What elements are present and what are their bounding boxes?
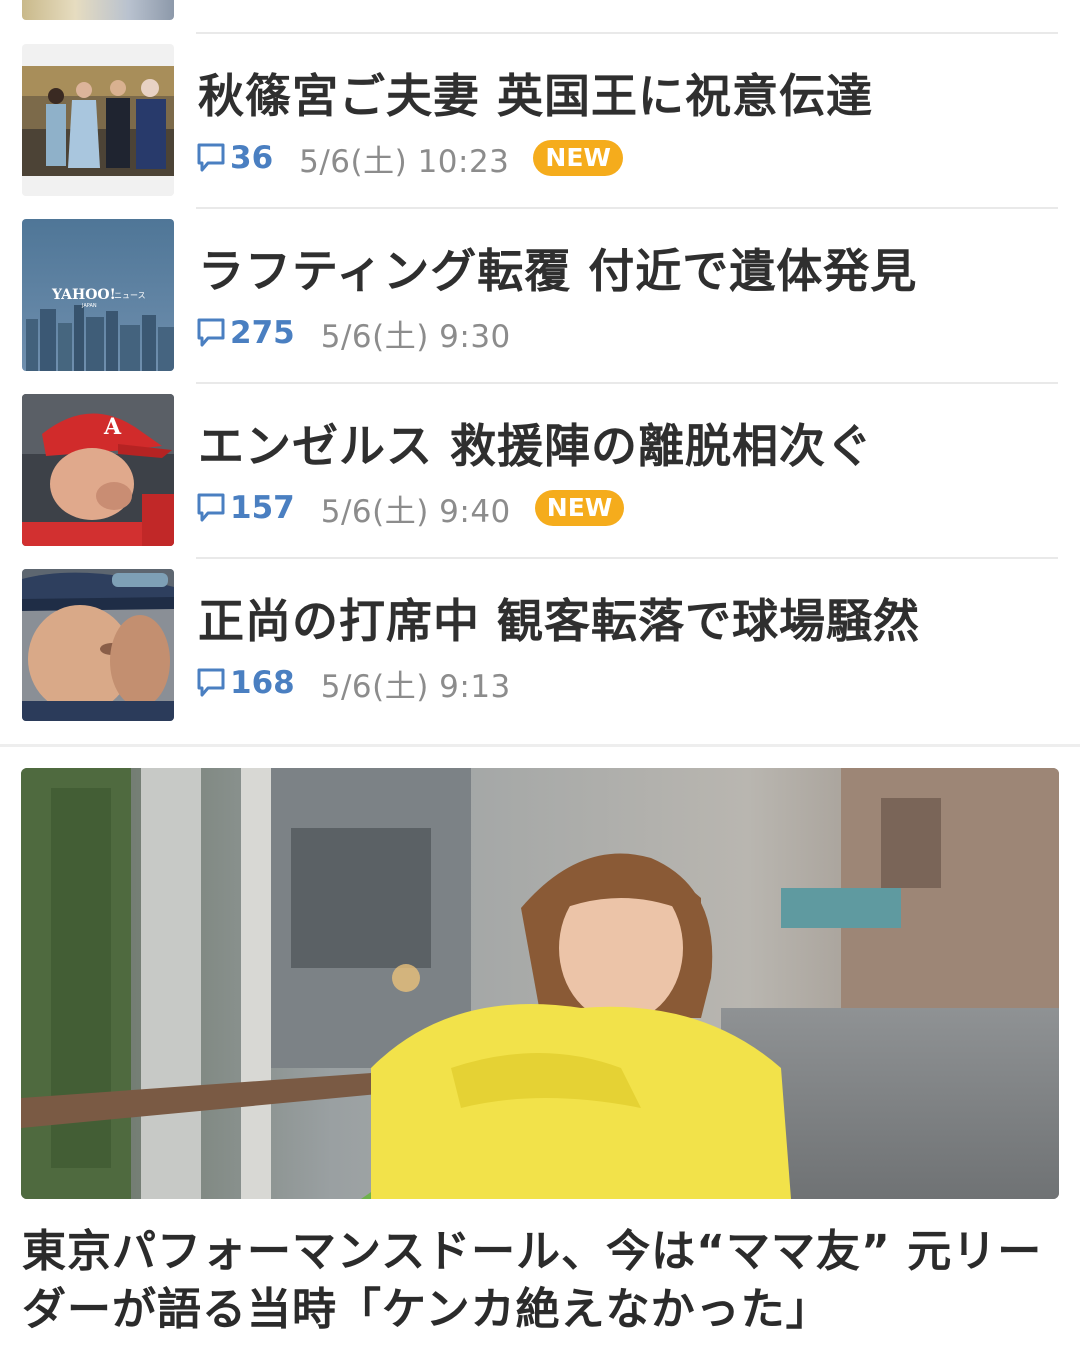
news-title[interactable]: ラフティング転覆 付近で遺体発見 [198, 243, 1060, 299]
comment-count[interactable]: 168 [230, 665, 295, 701]
baseball-player-thumbnail[interactable]: A [22, 394, 174, 546]
news-title[interactable]: 正尚の打席中 観客転落で球場騒然 [198, 593, 1060, 649]
batter-photo-icon [22, 569, 174, 721]
feature-photo[interactable] [21, 768, 1059, 1199]
news-meta: 157 5/6(土) 9:40 NEW [196, 488, 625, 530]
news-item[interactable]: 正尚の打席中 観客転落で球場騒然 168 5/6(土) 9:13 [0, 559, 1080, 734]
news-item[interactable]: 秋篠宮ご夫妻 英国王に祝意伝達 36 5/6(土) 10:23 NEW [0, 34, 1080, 209]
news-meta: 275 5/6(土) 9:30 [196, 313, 511, 355]
feature-article[interactable]: 東京パフォーマンスドール、今は“ママ友” 元リーダーが語る当時「ケンカ絶えなかっ… [0, 747, 1080, 1350]
feature-headline[interactable]: 東京パフォーマンスドール、今は“ママ友” 元リーダーが語る当時「ケンカ絶えなかっ… [22, 1223, 1062, 1339]
comment-icon [196, 491, 226, 525]
news-list: 秋篠宮ご夫妻 英国王に祝意伝達 36 5/6(土) 10:23 NEW YAHO… [0, 34, 1080, 734]
comment-icon [196, 316, 226, 350]
comment-count[interactable]: 275 [230, 315, 295, 351]
yahoo-news-placeholder-icon: YAHOO! ニュース JAPAN [22, 219, 174, 371]
yahoo-news-thumbnail[interactable]: YAHOO! ニュース JAPAN [22, 219, 174, 371]
news-meta: 168 5/6(土) 9:13 [196, 663, 511, 705]
batter-thumbnail[interactable] [22, 569, 174, 721]
news-item[interactable]: A エンゼルス 救援陣の離脱相次ぐ 157 5/6(土) 9:40 NEW [0, 384, 1080, 559]
news-date: 5/6(土) 9:40 [320, 493, 511, 530]
news-date: 5/6(土) 9:13 [320, 668, 511, 705]
comment-count[interactable]: 157 [230, 490, 295, 526]
yahoo-logo-sub: JAPAN [81, 303, 97, 309]
news-title[interactable]: エンゼルス 救援陣の離脱相次ぐ [198, 418, 1060, 474]
royal-couple-thumbnail[interactable] [22, 44, 174, 196]
yahoo-logo-label: ニュース [114, 291, 146, 300]
comment-icon [196, 141, 226, 175]
baseball-player-photo-icon: A [22, 394, 174, 546]
woman-yellow-sweater-photo-icon [21, 768, 1059, 1199]
news-date: 5/6(土) 10:23 [299, 143, 510, 180]
new-badge: NEW [533, 140, 623, 176]
news-item[interactable]: YAHOO! ニュース JAPAN ラフティング転覆 付近で遺体発見 275 5… [0, 209, 1080, 384]
new-badge: NEW [534, 490, 625, 526]
comment-icon [196, 666, 226, 700]
news-meta: 36 5/6(土) 10:23 NEW [196, 138, 623, 180]
yahoo-logo-text: YAHOO! [51, 287, 116, 303]
news-title[interactable]: 秋篠宮ご夫妻 英国王に祝意伝達 [198, 68, 1060, 124]
previous-article-thumbnail[interactable] [22, 0, 174, 20]
news-date: 5/6(土) 9:30 [320, 318, 511, 355]
comment-count[interactable]: 36 [230, 140, 273, 176]
royal-couple-photo-icon [22, 44, 174, 196]
svg-text:A: A [103, 414, 122, 440]
